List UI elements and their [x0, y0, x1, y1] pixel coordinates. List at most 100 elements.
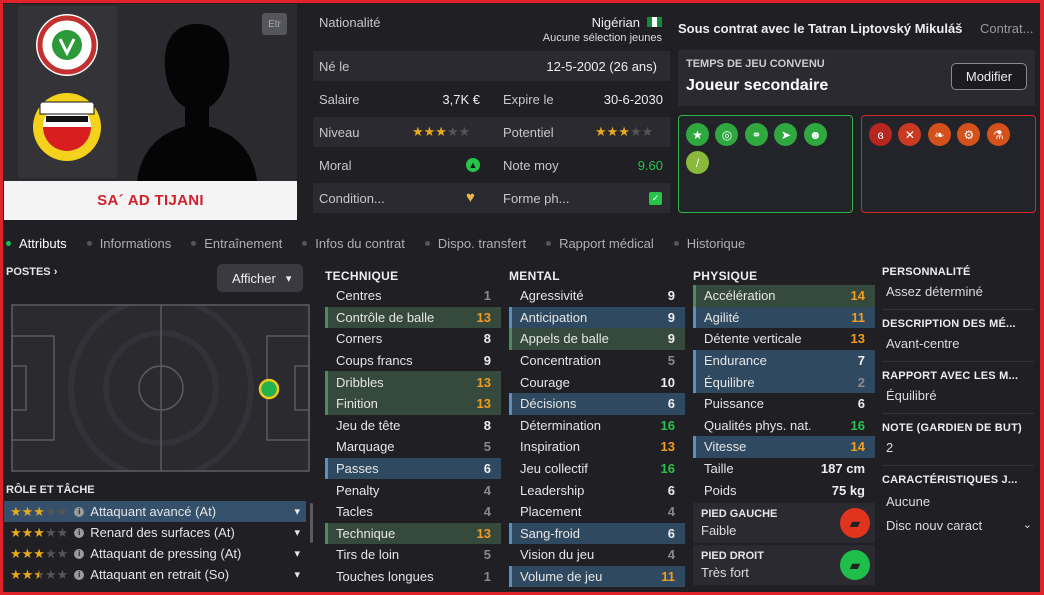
player-silhouette	[137, 24, 257, 181]
role-item[interactable]: ★★★★★ i Attaquant en retrait (So) ▾	[4, 564, 306, 585]
chevron-down-icon[interactable]: ▾	[294, 526, 300, 539]
attribute-row[interactable]: Vitesse 14	[693, 436, 875, 458]
attribute-row[interactable]: Passes 6	[325, 457, 501, 480]
level-stars: ★★★★★	[412, 124, 471, 139]
attribute-row[interactable]: Jeu collectif 16	[509, 458, 685, 480]
attribute-row[interactable]: Anticipation 9	[509, 306, 685, 329]
role-item[interactable]: ★★★★★ i Renard des surfaces (At) ▾	[4, 522, 306, 543]
info-icon[interactable]: i	[74, 569, 85, 580]
attribute-value: 14	[850, 439, 865, 455]
attribute-row[interactable]: Poids 75 kg	[693, 479, 875, 501]
attribute-row[interactable]: Leadership 6	[509, 479, 685, 501]
pitch-diagram	[11, 304, 310, 472]
tab-transfer[interactable]: Dispo. transfert	[424, 236, 526, 251]
muscle-icon[interactable]: ❧	[927, 123, 951, 146]
attribute-row[interactable]: Finition 13	[325, 392, 501, 415]
attribute-label: Touches longues	[336, 569, 434, 585]
attribute-row[interactable]: Sang-froid 6	[509, 522, 685, 545]
attribute-row[interactable]: Penalty 4	[325, 479, 501, 501]
attribute-row[interactable]: Vision du jeu 4	[509, 544, 685, 566]
roles-scrollbar[interactable]	[310, 503, 313, 543]
lungs-icon[interactable]: ɞ	[869, 123, 892, 146]
chevron-down-icon[interactable]: ▾	[294, 568, 300, 581]
attribute-value: 6	[667, 525, 675, 541]
role-item[interactable]: ★★★★★ i Attaquant avancé (At) ▾	[4, 501, 306, 522]
attribute-row[interactable]: Détermination 16	[509, 415, 685, 437]
attribute-row[interactable]: Touches longues 1	[325, 566, 501, 588]
role-label: Attaquant avancé (At)	[90, 504, 217, 519]
attribute-row[interactable]: Qualités phys. nat. 16	[693, 415, 875, 437]
injury-icon[interactable]: ✕	[898, 123, 922, 146]
attribute-value: 9	[667, 288, 675, 304]
head-icon[interactable]: ☻	[803, 123, 827, 146]
attribute-row[interactable]: Contrôle de balle 13	[325, 306, 501, 329]
position-marker[interactable]	[258, 378, 280, 400]
attribute-label: Agilité	[704, 309, 740, 325]
team-icon[interactable]: ⚭	[744, 123, 768, 146]
star-icon[interactable]: ★	[686, 123, 709, 146]
negative-traits-box: ɞ ✕ ❧ ⚙ ⚗	[861, 115, 1036, 213]
attribute-label: Centres	[336, 288, 382, 304]
attribute-value: 16	[660, 417, 675, 433]
chevron-down-icon[interactable]: ▾	[294, 505, 300, 518]
traits-select[interactable]: Disc nouv caract ⌄	[886, 518, 1034, 533]
attribute-row[interactable]: Équilibre 2	[693, 371, 875, 393]
technique-list: Centres 1 Contrôle de balle 13 Corners 8 Coups…	[325, 285, 501, 587]
attribute-label: Équilibre	[704, 374, 755, 390]
info-icon[interactable]: i	[74, 506, 85, 517]
info-icon[interactable]: i	[74, 548, 85, 559]
contract-tab[interactable]: Contrat...	[980, 21, 1033, 36]
tab-dot-icon	[6, 240, 11, 246]
modify-button[interactable]: Modifier	[951, 63, 1027, 90]
attribute-row[interactable]: Centres 1	[325, 285, 501, 307]
tab-attributes[interactable]: Attributs	[6, 236, 67, 251]
attribute-row[interactable]: Technique 13	[325, 522, 501, 545]
attribute-row[interactable]: Tacles 4	[325, 501, 501, 523]
attribute-label: Contrôle de balle	[336, 309, 435, 325]
attribute-row[interactable]: Placement 4	[509, 501, 685, 523]
attribute-row[interactable]: Jeu de tête 8	[325, 415, 501, 437]
show-dropdown[interactable]: Afficher ▾	[217, 264, 303, 292]
attribute-value: 187 cm	[820, 461, 865, 477]
attribute-label: Dribbles	[336, 374, 384, 390]
attribute-value: 7	[857, 353, 865, 369]
chevron-down-icon[interactable]: ▾	[294, 547, 300, 560]
right-foot-label: PIED DROIT	[701, 550, 764, 562]
attribute-row[interactable]: Volume de jeu 11	[509, 565, 685, 588]
gears-icon[interactable]: ⚙	[957, 123, 981, 146]
attribute-row[interactable]: Dribbles 13	[325, 371, 501, 393]
tab-history[interactable]: Historique	[673, 236, 745, 251]
attribute-row[interactable]: Décisions 6	[509, 392, 685, 415]
info-icon[interactable]: i	[74, 527, 85, 538]
attribute-row[interactable]: Corners 8	[325, 328, 501, 350]
tab-medical[interactable]: Rapport médical	[546, 236, 654, 251]
attribute-row[interactable]: Puissance 6	[693, 393, 875, 415]
flask-icon[interactable]: ⚗	[986, 123, 1010, 146]
form-label: Forme ph...	[503, 191, 570, 206]
target-icon[interactable]: ◎	[715, 123, 739, 146]
tab-training[interactable]: Entraînement	[191, 236, 282, 251]
attribute-row[interactable]: Agressivité 9	[509, 285, 685, 307]
attribute-label: Marquage	[336, 439, 395, 455]
run-icon[interactable]: ➤	[774, 123, 798, 146]
attribute-row[interactable]: Inspiration 13	[509, 436, 685, 458]
attribute-row[interactable]: Détente verticale 13	[693, 328, 875, 350]
role-item[interactable]: ★★★★★ i Attaquant de pressing (At) ▾	[4, 543, 306, 564]
boot-icon[interactable]: /	[686, 151, 709, 174]
attribute-row[interactable]: Appels de balle 9	[509, 328, 685, 350]
attribute-row[interactable]: Accélération 14	[693, 285, 875, 307]
attribute-row[interactable]: Marquage 5	[325, 436, 501, 458]
attribute-row[interactable]: Coups francs 9	[325, 350, 501, 372]
positions-link[interactable]: POSTES ›	[6, 266, 57, 278]
tab-contract-info[interactable]: Infos du contrat	[302, 236, 405, 251]
attribute-row[interactable]: Courage 10	[509, 371, 685, 393]
attribute-row[interactable]: Taille 187 cm	[693, 458, 875, 480]
gk-value: 2	[886, 440, 894, 455]
attribute-row[interactable]: Endurance 7	[693, 349, 875, 372]
left-foot-value: Faible	[701, 523, 737, 538]
attribute-row[interactable]: Agilité 11	[693, 306, 875, 329]
attribute-row[interactable]: Tirs de loin 5	[325, 544, 501, 566]
attribute-row[interactable]: Concentration 5	[509, 350, 685, 372]
tab-informations[interactable]: Informations	[86, 236, 171, 251]
role-label: Renard des surfaces (At)	[90, 525, 235, 540]
